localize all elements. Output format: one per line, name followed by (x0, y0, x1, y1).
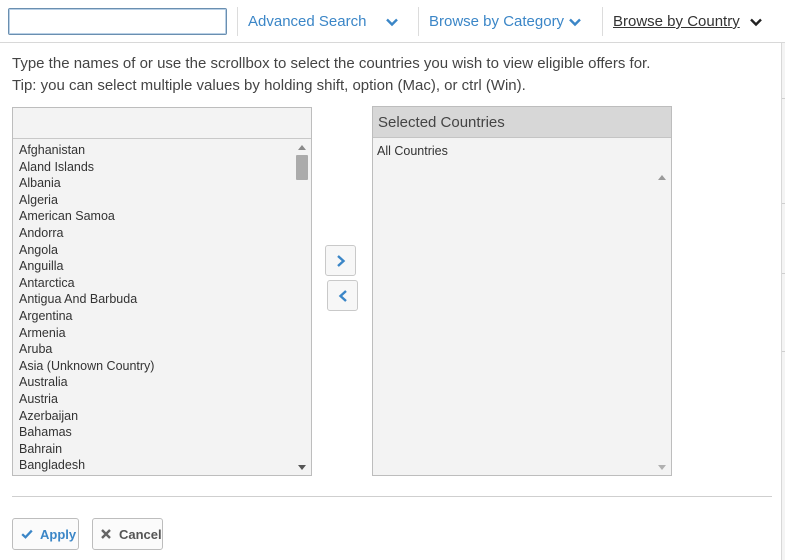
country-option[interactable]: Bangladesh (19, 457, 295, 474)
selected-countries-panel: Selected Countries All Countries (372, 106, 672, 476)
nav-divider (418, 7, 419, 36)
browse-by-category-menu[interactable]: Browse by Category (429, 11, 582, 33)
chevron-left-icon (338, 289, 347, 302)
country-option[interactable]: Aland Islands (19, 159, 295, 176)
country-option[interactable]: Aruba (19, 341, 295, 358)
country-option[interactable]: Afghanistan (19, 142, 295, 159)
available-countries-list[interactable]: Afghanistan Aland Islands Albania Algeria Am… (19, 142, 295, 474)
scrollbar-thumb[interactable] (296, 155, 308, 180)
selected-country-item[interactable]: All Countries (377, 144, 448, 158)
selected-countries-header: Selected Countries (373, 107, 671, 138)
advanced-search-label: Advanced Search (248, 13, 367, 30)
remove-country-button[interactable] (327, 280, 358, 311)
country-option[interactable]: Argentina (19, 308, 295, 325)
page-edge-scroll-strip (781, 43, 785, 560)
cancel-button[interactable]: Cancel (92, 518, 163, 550)
instructions-text: Type the names of or use the scrollbox t… (12, 55, 651, 72)
nav-divider (237, 7, 238, 36)
country-option[interactable]: Australia (19, 374, 295, 391)
scroll-up-arrow-icon[interactable] (298, 145, 306, 150)
country-option[interactable]: Algeria (19, 192, 295, 209)
check-icon (21, 529, 33, 539)
scroll-down-arrow-icon[interactable] (298, 465, 306, 470)
apply-label: Apply (40, 526, 77, 542)
scroll-up-arrow-icon[interactable] (658, 175, 666, 180)
country-option[interactable]: Angola (19, 242, 295, 259)
country-filter-box[interactable] (13, 108, 311, 139)
country-option[interactable]: Azerbaijan (19, 408, 295, 425)
country-option[interactable]: Antarctica (19, 275, 295, 292)
top-nav-bar: Advanced Search Browse by Category Brows… (0, 0, 785, 43)
browse-by-category-label: Browse by Category (429, 13, 565, 30)
browse-by-country-label: Browse by Country (613, 13, 740, 30)
country-option[interactable]: Andorra (19, 225, 295, 242)
chevron-down-icon (568, 15, 582, 29)
footer-divider (12, 496, 772, 497)
chevron-right-icon (336, 254, 345, 267)
country-option[interactable]: Asia (Unknown Country) (19, 358, 295, 375)
apply-button[interactable]: Apply (12, 518, 79, 550)
nav-divider (602, 7, 603, 36)
tip-text: Tip: you can select multiple values by h… (12, 77, 526, 94)
country-option[interactable]: Bahrain (19, 441, 295, 458)
country-option[interactable]: American Samoa (19, 208, 295, 225)
country-option[interactable]: Bahamas (19, 424, 295, 441)
country-option[interactable]: Anguilla (19, 258, 295, 275)
cancel-label: Cancel (119, 526, 162, 542)
chevron-down-icon (749, 15, 763, 29)
selected-list-scrollbar[interactable] (655, 170, 669, 475)
country-option[interactable]: Albania (19, 175, 295, 192)
browse-by-country-menu[interactable]: Browse by Country (613, 11, 763, 33)
country-option[interactable]: Armenia (19, 325, 295, 342)
times-icon (101, 529, 111, 539)
country-option[interactable]: Austria (19, 391, 295, 408)
available-countries-panel: Afghanistan Aland Islands Albania Algeria Am… (12, 107, 312, 476)
country-option[interactable]: Antigua And Barbuda (19, 291, 295, 308)
scroll-down-arrow-icon[interactable] (658, 465, 666, 470)
search-input[interactable] (8, 8, 227, 35)
available-list-scrollbar[interactable] (295, 140, 309, 475)
advanced-search-menu[interactable]: Advanced Search (248, 11, 399, 33)
chevron-down-icon (385, 15, 399, 29)
add-country-button[interactable] (325, 245, 356, 276)
